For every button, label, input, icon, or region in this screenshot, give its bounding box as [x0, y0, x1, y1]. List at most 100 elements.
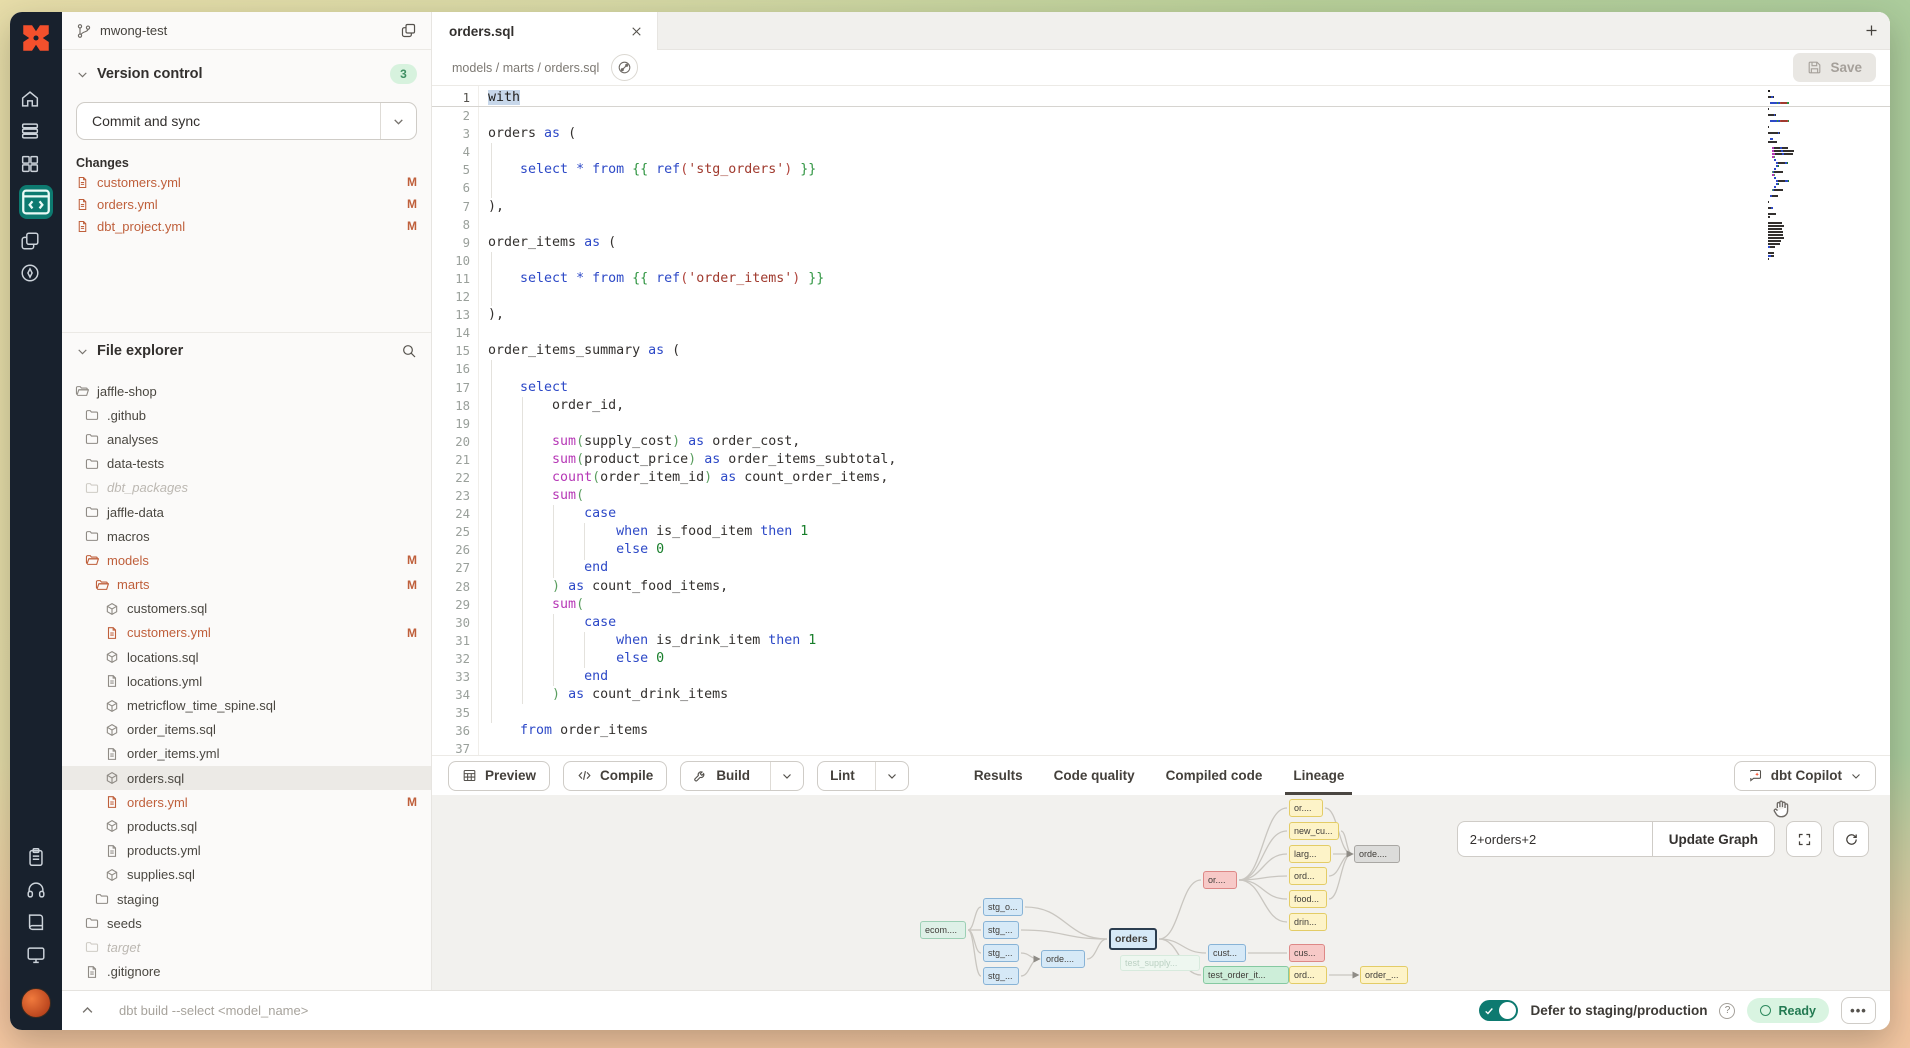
code-line-30[interactable]: 30 case: [432, 614, 1890, 632]
lint-button[interactable]: Lint: [817, 761, 909, 791]
code-line-2[interactable]: 2: [432, 107, 1890, 125]
code-line-24[interactable]: 24 case: [432, 505, 1890, 523]
changed-file-row[interactable]: dbt_project.ymlM: [76, 216, 417, 236]
file-row--github[interactable]: .github: [62, 403, 431, 427]
code-line-36[interactable]: 36 from order_items: [432, 722, 1890, 740]
file-row-dbt-packages[interactable]: dbt_packages: [62, 476, 431, 500]
command-input[interactable]: [119, 1003, 1479, 1018]
lineage-node-gray[interactable]: orde....: [1354, 845, 1400, 863]
rail-item-docs[interactable]: [25, 911, 47, 933]
code-line-25[interactable]: 25 when is_food_item then 1: [432, 523, 1890, 541]
file-row-jaffle-shop[interactable]: jaffle-shop: [62, 379, 431, 403]
code-line-12[interactable]: 12: [432, 288, 1890, 306]
more-options-button[interactable]: •••: [1841, 997, 1876, 1024]
code-line-5[interactable]: 5 select * from {{ ref('stg_orders') }}: [432, 161, 1890, 179]
file-row-products-sql[interactable]: products.sql: [62, 814, 431, 838]
code-line-16[interactable]: 16: [432, 360, 1890, 378]
lineage-node-stg3[interactable]: stg_...: [983, 944, 1019, 962]
chevron-down-icon[interactable]: [76, 345, 89, 358]
code-line-14[interactable]: 14: [432, 324, 1890, 342]
lineage-node-stg4[interactable]: stg_...: [983, 967, 1019, 985]
help-icon[interactable]: ?: [1719, 1003, 1735, 1019]
lineage-node-stg1[interactable]: stg_o...: [983, 898, 1023, 916]
code-line-18[interactable]: 18 order_id,: [432, 397, 1890, 415]
code-line-10[interactable]: 10: [432, 252, 1890, 270]
lint-dropdown[interactable]: [875, 762, 908, 790]
lineage-node-testorder[interactable]: test_order_it...: [1203, 966, 1289, 984]
code-line-33[interactable]: 33 end: [432, 668, 1890, 686]
code-line-15[interactable]: 15order_items_summary as (: [432, 342, 1890, 360]
file-row-order-items-yml[interactable]: order_items.yml: [62, 742, 431, 766]
lineage-node-ecom[interactable]: ecom....: [920, 921, 966, 939]
code-line-19[interactable]: 19: [432, 415, 1890, 433]
rail-item-support[interactable]: [25, 879, 47, 901]
tab-code-quality[interactable]: Code quality: [1054, 756, 1135, 795]
code-line-23[interactable]: 23 sum(: [432, 487, 1890, 505]
code-line-34[interactable]: 34 ) as count_drink_items: [432, 686, 1890, 704]
update-graph-button[interactable]: Update Graph: [1652, 821, 1775, 857]
code-line-22[interactable]: 22 count(order_item_id) as count_order_i…: [432, 469, 1890, 487]
dbt-copilot-button[interactable]: dbt Copilot: [1734, 761, 1876, 791]
code-line-6[interactable]: 6: [432, 179, 1890, 197]
code-line-20[interactable]: 20 sum(supply_cost) as order_cost,: [432, 433, 1890, 451]
code-line-29[interactable]: 29 sum(: [432, 596, 1890, 614]
file-row-locations-yml[interactable]: locations.yml: [62, 669, 431, 693]
code-line-31[interactable]: 31 when is_drink_item then 1: [432, 632, 1890, 650]
file-row-customers-yml[interactable]: customers.ymlM: [62, 621, 431, 645]
file-row-jaffle-data[interactable]: jaffle-data: [62, 500, 431, 524]
file-row-orders-sql[interactable]: orders.sql: [62, 766, 431, 790]
code-line-11[interactable]: 11 select * from {{ ref('order_items') }…: [432, 270, 1890, 288]
fullscreen-button[interactable]: [1786, 821, 1822, 857]
save-button[interactable]: Save: [1793, 53, 1876, 82]
rail-item-orchestration[interactable]: [19, 262, 41, 284]
file-row-target[interactable]: target: [62, 935, 431, 959]
code-line-37[interactable]: 37: [432, 740, 1890, 755]
lineage-search-input[interactable]: [1457, 821, 1652, 857]
file-row-macros[interactable]: macros: [62, 524, 431, 548]
view-lineage-icon[interactable]: [611, 54, 638, 81]
code-editor[interactable]: 1with23orders as (45 select * from {{ re…: [432, 86, 1890, 755]
code-line-1[interactable]: 1with: [432, 89, 1890, 107]
tab-results[interactable]: Results: [974, 756, 1023, 795]
search-icon[interactable]: [401, 343, 417, 359]
lineage-node-stg2[interactable]: stg_...: [983, 921, 1019, 939]
code-line-28[interactable]: 28 ) as count_food_items,: [432, 578, 1890, 596]
lineage-node-cuspink[interactable]: cus...: [1289, 944, 1325, 962]
chevron-up-icon[interactable]: [80, 1003, 95, 1018]
code-line-17[interactable]: 17 select: [432, 379, 1890, 397]
code-line-27[interactable]: 27 end: [432, 559, 1890, 577]
code-line-13[interactable]: 13),: [432, 306, 1890, 324]
code-line-35[interactable]: 35: [432, 704, 1890, 722]
lineage-node-orders[interactable]: orders: [1109, 928, 1157, 950]
code-line-9[interactable]: 9order_items as (: [432, 234, 1890, 252]
lineage-node-y6[interactable]: drin...: [1289, 913, 1327, 931]
file-row-data-tests[interactable]: data-tests: [62, 452, 431, 476]
tab-orders-sql[interactable]: orders.sql: [432, 12, 658, 50]
commit-options-dropdown[interactable]: [380, 103, 416, 139]
file-row-seeds[interactable]: seeds: [62, 911, 431, 935]
file-row-supplies-sql[interactable]: supplies.sql: [62, 863, 431, 887]
rail-item-status[interactable]: [25, 944, 47, 966]
changed-file-row[interactable]: customers.ymlM: [76, 172, 417, 192]
lineage-node-y4[interactable]: ord...: [1289, 867, 1327, 885]
lineage-node-testsupply[interactable]: test_supply...: [1120, 955, 1200, 971]
file-row-orders-yml[interactable]: orders.ymlM: [62, 790, 431, 814]
preview-button[interactable]: Preview: [448, 761, 550, 791]
refresh-button[interactable]: [1833, 821, 1869, 857]
code-line-21[interactable]: 21 sum(product_price) as order_items_sub…: [432, 451, 1890, 469]
code-line-7[interactable]: 7),: [432, 198, 1890, 216]
compile-button[interactable]: Compile: [563, 761, 667, 791]
build-button[interactable]: Build: [680, 761, 804, 791]
build-dropdown[interactable]: [770, 762, 803, 790]
lineage-node-y3[interactable]: larg...: [1289, 845, 1331, 863]
rail-item-projects[interactable]: [19, 230, 41, 252]
code-line-8[interactable]: 8: [432, 216, 1890, 234]
file-row-marts[interactable]: martsM: [62, 573, 431, 597]
defer-toggle[interactable]: [1479, 1000, 1518, 1021]
file-row-metricflow-time-spine-sql[interactable]: metricflow_time_spine.sql: [62, 693, 431, 717]
commit-button-label[interactable]: Commit and sync: [77, 103, 380, 139]
file-row-order-items-sql[interactable]: order_items.sql: [62, 718, 431, 742]
lineage-panel[interactable]: ecom.... stg_o... stg_... stg_... stg_... ord…: [432, 795, 1890, 990]
lineage-node-y5[interactable]: food...: [1289, 890, 1327, 908]
file-row-customers-sql[interactable]: customers.sql: [62, 597, 431, 621]
